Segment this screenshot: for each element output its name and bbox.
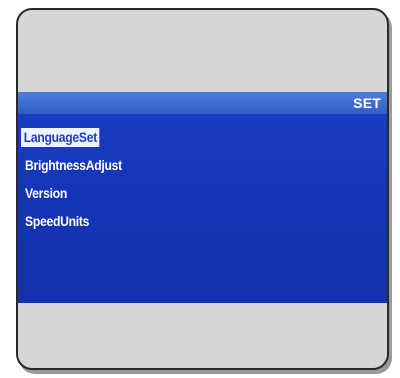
menu-item-label: LanguageSet <box>21 127 100 147</box>
display-screen: SET LanguageSet BrightnessAdjust Version… <box>18 92 387 303</box>
menu-item-language-set[interactable]: LanguageSet <box>18 123 387 151</box>
menu-item-speed-units[interactable]: SpeedUnits <box>18 207 387 235</box>
menu-item-label: Version <box>25 185 68 201</box>
device-frame: SET LanguageSet BrightnessAdjust Version… <box>16 8 389 370</box>
settings-menu: LanguageSet BrightnessAdjust Version Spe… <box>18 123 387 235</box>
menu-item-version[interactable]: Version <box>18 179 387 207</box>
menu-item-label: SpeedUnits <box>25 213 90 229</box>
screen-title: SET <box>353 95 381 111</box>
screen-header-bar: SET <box>18 92 387 114</box>
menu-item-label: BrightnessAdjust <box>25 157 122 173</box>
menu-item-brightness-adjust[interactable]: BrightnessAdjust <box>18 151 387 179</box>
